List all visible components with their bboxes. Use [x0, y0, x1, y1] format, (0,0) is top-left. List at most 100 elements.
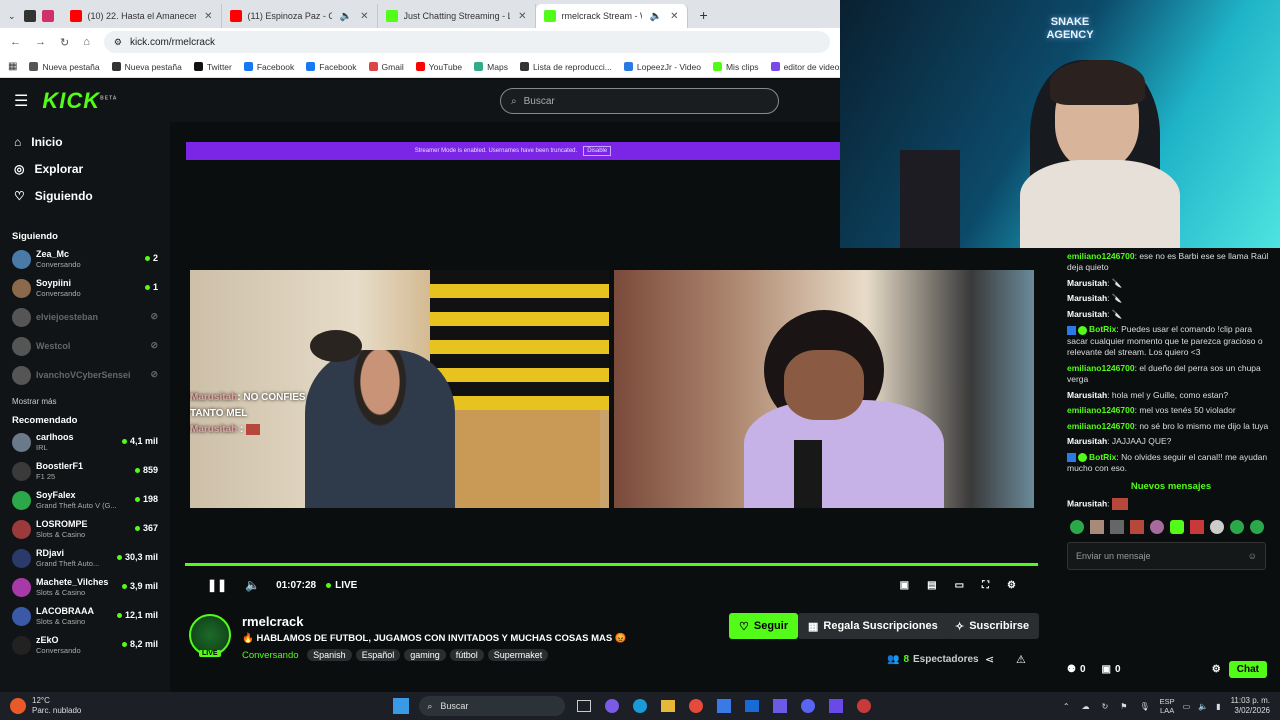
bookmark-item[interactable]: Facebook [243, 62, 294, 72]
bookmark-item[interactable]: YouTube [415, 62, 462, 72]
follow-button[interactable]: ♡ Seguir [729, 613, 799, 639]
close-icon[interactable]: ✕ [670, 11, 678, 22]
chat-username[interactable]: BotRix [1089, 452, 1116, 462]
sidebar-channel[interactable]: Machete_Vilches Slots & Casino 3,9 mil [0, 573, 170, 602]
tray-overflow-icon[interactable]: ⌃ [1063, 702, 1070, 711]
gift-icon[interactable]: ▣ [1102, 664, 1111, 675]
share-icon[interactable]: ⋖ [985, 653, 994, 666]
sidebar-channel[interactable]: zEkO Conversando 8,2 mil [0, 631, 170, 660]
close-icon[interactable]: ✕ [360, 11, 368, 22]
weather-icon[interactable] [10, 698, 26, 714]
sidebar-channel[interactable]: IvanchoVCyberSensei ⊘ [0, 361, 170, 390]
tray-icon[interactable]: ↻ [1102, 702, 1109, 711]
audio-icon[interactable]: 🔈 [340, 11, 352, 22]
nav-home[interactable]: ⌂ Inicio [0, 128, 170, 155]
reload-icon[interactable]: ↻ [60, 36, 69, 49]
language-indicator[interactable]: ESP LAA [1160, 697, 1175, 715]
close-icon[interactable]: ✕ [518, 11, 526, 22]
emote-icon[interactable] [1090, 519, 1104, 534]
report-icon[interactable]: ⚠ [1016, 653, 1026, 666]
app-icon[interactable] [857, 699, 872, 713]
tab-search-icon[interactable]: ⌄ [8, 11, 16, 22]
channel-name[interactable]: rmelcrack [242, 614, 303, 629]
explorer-icon[interactable] [661, 700, 676, 712]
tray-icon[interactable]: ☁ [1082, 702, 1090, 711]
back-icon[interactable]: ← [10, 36, 21, 48]
nav-explore[interactable]: ◎ Explorar [0, 155, 170, 182]
video-player[interactable]: Marusitah: NO CONFIES TANTO MEL Marusita… [185, 270, 1034, 510]
subscribe-button[interactable]: ✧ Suscribirse [945, 613, 1040, 639]
stream-tag[interactable]: gaming [404, 649, 446, 661]
disable-button[interactable]: Disable [583, 146, 612, 156]
chat-username[interactable]: emiliano1246700 [1067, 251, 1135, 261]
sidebar-channel[interactable]: LACOBRAAA Slots & Casino 12,1 mil [0, 602, 170, 631]
chat-username[interactable]: emiliano1246700 [1067, 405, 1135, 415]
app-icon[interactable] [41, 10, 54, 22]
close-icon[interactable]: ✕ [204, 11, 212, 22]
show-more-link[interactable]: Mostrar más [0, 390, 170, 412]
emote-icon[interactable] [1170, 519, 1184, 534]
sidebar-channel[interactable]: Soypiini Conversando 1 [0, 274, 170, 303]
emote-icon[interactable] [1210, 519, 1224, 534]
gift-subs-button[interactable]: ▦ Regala Suscripciones [798, 613, 948, 639]
apps-icon[interactable]: ▦ [8, 61, 17, 72]
chat-username[interactable]: BotRix [1089, 324, 1116, 334]
category-link[interactable]: Conversando [242, 650, 299, 661]
send-chat-button[interactable]: Chat [1228, 660, 1267, 678]
volume-icon[interactable]: 🔈 [245, 578, 260, 592]
browser-tab-active[interactable]: rmelcrack Stream - Watch L🔈✕ [535, 4, 688, 28]
stream-tag[interactable]: Spanish [307, 649, 352, 661]
points-icon[interactable]: ⚉ [1067, 664, 1076, 675]
emoji-icon[interactable]: ☺ [1248, 551, 1257, 561]
start-icon[interactable] [393, 698, 410, 714]
task-view-icon[interactable] [577, 700, 592, 712]
audio-icon[interactable]: 🔈 [650, 11, 662, 22]
app-icon[interactable] [829, 699, 844, 713]
clip-icon[interactable]: ▣ [900, 580, 909, 591]
browser-tab[interactable]: (10) 22. Hasta el Amanecer - Ni✕ [62, 4, 222, 28]
tray-icon[interactable]: ⚑ [1120, 702, 1127, 711]
fullscreen-icon[interactable]: ⛶ [982, 580, 989, 591]
battery-icon[interactable]: ▮ [1216, 702, 1220, 711]
chat-username[interactable]: Marusitah [1067, 309, 1107, 319]
emote-icon[interactable] [1250, 519, 1264, 534]
emote-icon[interactable] [1130, 519, 1144, 534]
chat-username[interactable]: Marusitah [1067, 436, 1107, 446]
stream-tag[interactable]: Supermaket [487, 649, 549, 661]
clock[interactable]: 11:03 p. m. 3/02/2026 [1231, 696, 1270, 716]
sidebar-channel[interactable]: elviejoesteban ⊘ [0, 303, 170, 332]
chat-username[interactable]: Marusitah [1067, 278, 1107, 288]
emote-icon[interactable] [1190, 519, 1204, 534]
home-icon[interactable]: ⌂ [83, 36, 90, 48]
bookmark-item[interactable]: Nueva pestaña [111, 62, 182, 72]
bookmark-item[interactable]: LopeezJr - Video [623, 62, 701, 72]
bookmark-item[interactable]: Twitter [193, 62, 232, 72]
emote-icon[interactable] [1150, 519, 1164, 534]
sidebar-channel[interactable]: Westcol ⊘ [0, 332, 170, 361]
sidebar-channel[interactable]: SoyFalex Grand Theft Auto V (G... 198 [0, 486, 170, 515]
network-icon[interactable]: ▭ [1183, 702, 1191, 711]
kick-logo[interactable]: KICKBETA [42, 88, 117, 114]
sidebar-channel[interactable]: Zea_Mc Conversando 2 [0, 245, 170, 274]
weather-widget[interactable]: 12°C Parc. nublado [32, 696, 81, 716]
bookmark-item[interactable]: Nueva pestaña [29, 62, 100, 72]
bookmark-item[interactable]: Lista de reproducci... [519, 62, 612, 72]
sidebar-channel[interactable]: BoostlerF1 F1 25 859 [0, 457, 170, 486]
new-tab-button[interactable]: + [700, 7, 708, 23]
copilot-icon[interactable] [605, 699, 620, 713]
emote-icon[interactable] [1110, 519, 1124, 534]
bookmark-item[interactable]: Mis clips [712, 62, 759, 72]
app-icon[interactable] [23, 10, 36, 22]
sidebar-channel[interactable]: RDjavi Grand Theft Auto... 30,3 mil [0, 544, 170, 573]
sidebar-channel[interactable]: LOSROMPE Slots & Casino 367 [0, 515, 170, 544]
bookmark-item[interactable]: Maps [474, 62, 508, 72]
pip-icon[interactable]: ▤ [927, 580, 936, 591]
emote-icon[interactable] [1070, 519, 1084, 534]
site-info-icon[interactable]: ⚙ [114, 37, 122, 48]
pause-icon[interactable]: ❚❚ [207, 578, 227, 592]
volume-icon[interactable]: 🔈 [1198, 702, 1208, 711]
search-input[interactable]: ⌕ Buscar [500, 88, 779, 114]
sidebar-channel[interactable]: carlhoos IRL 4,1 mil [0, 428, 170, 457]
mic-icon[interactable]: 🎙 [1139, 702, 1149, 711]
theater-mode-icon[interactable]: ▭ [955, 580, 964, 591]
